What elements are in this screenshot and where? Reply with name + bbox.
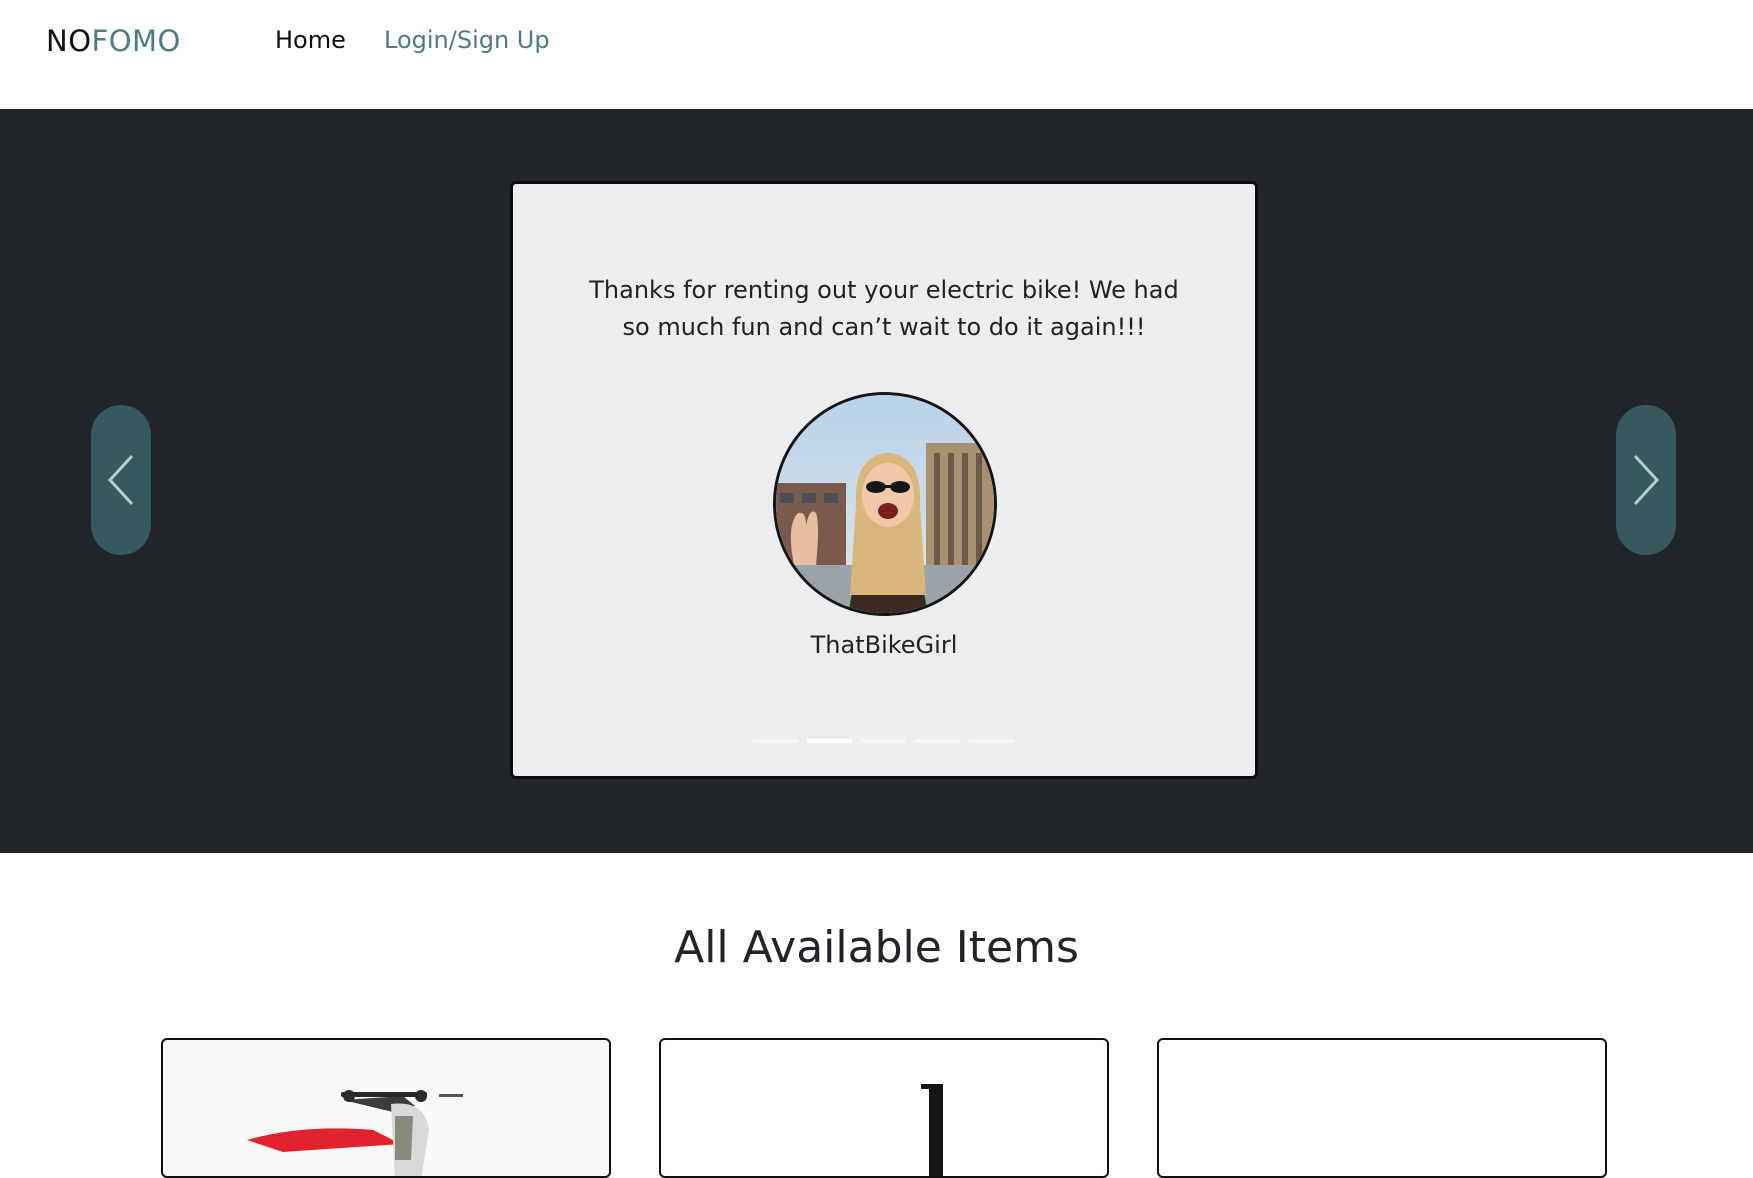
testimonial-card: Thanks for renting out your electric bik… — [510, 181, 1258, 779]
carousel-next-button[interactable] — [1616, 405, 1676, 555]
carousel-prev-button[interactable] — [91, 405, 151, 555]
section-title: All Available Items — [674, 922, 1079, 973]
nav-login-signup-link[interactable]: Login/Sign Up — [384, 26, 550, 54]
item-card[interactable] — [659, 1038, 1109, 1178]
item-card[interactable] — [1157, 1038, 1607, 1178]
carousel-indicator[interactable] — [915, 739, 960, 743]
brand-no: NO — [46, 24, 92, 58]
brand-fomo: FOMO — [91, 24, 181, 58]
carousel-indicator[interactable] — [861, 739, 906, 743]
testimonial-carousel: Thanks for renting out your electric bik… — [0, 109, 1753, 853]
chevron-right-icon — [1633, 454, 1660, 506]
scooter-icon — [921, 1084, 943, 1176]
carousel-indicators — [753, 739, 1015, 744]
nav-home-link[interactable]: Home — [275, 26, 346, 54]
item-card[interactable] — [161, 1038, 611, 1178]
user-photo-icon — [773, 392, 997, 616]
brand-logo[interactable]: NOFOMO — [46, 24, 181, 58]
carousel-indicator-active[interactable] — [807, 739, 852, 743]
carousel-indicator[interactable] — [753, 739, 798, 743]
testimonial-username: ThatBikeGirl — [810, 631, 958, 659]
navbar: NOFOMO Home Login/Sign Up — [0, 0, 1753, 109]
testimonial-quote: Thanks for renting out your electric bik… — [589, 276, 1179, 341]
dirt-bike-icon — [247, 1090, 463, 1176]
chevron-left-icon — [107, 454, 134, 506]
item-image-icon — [1159, 1040, 1607, 1178]
carousel-indicator[interactable] — [969, 739, 1014, 743]
